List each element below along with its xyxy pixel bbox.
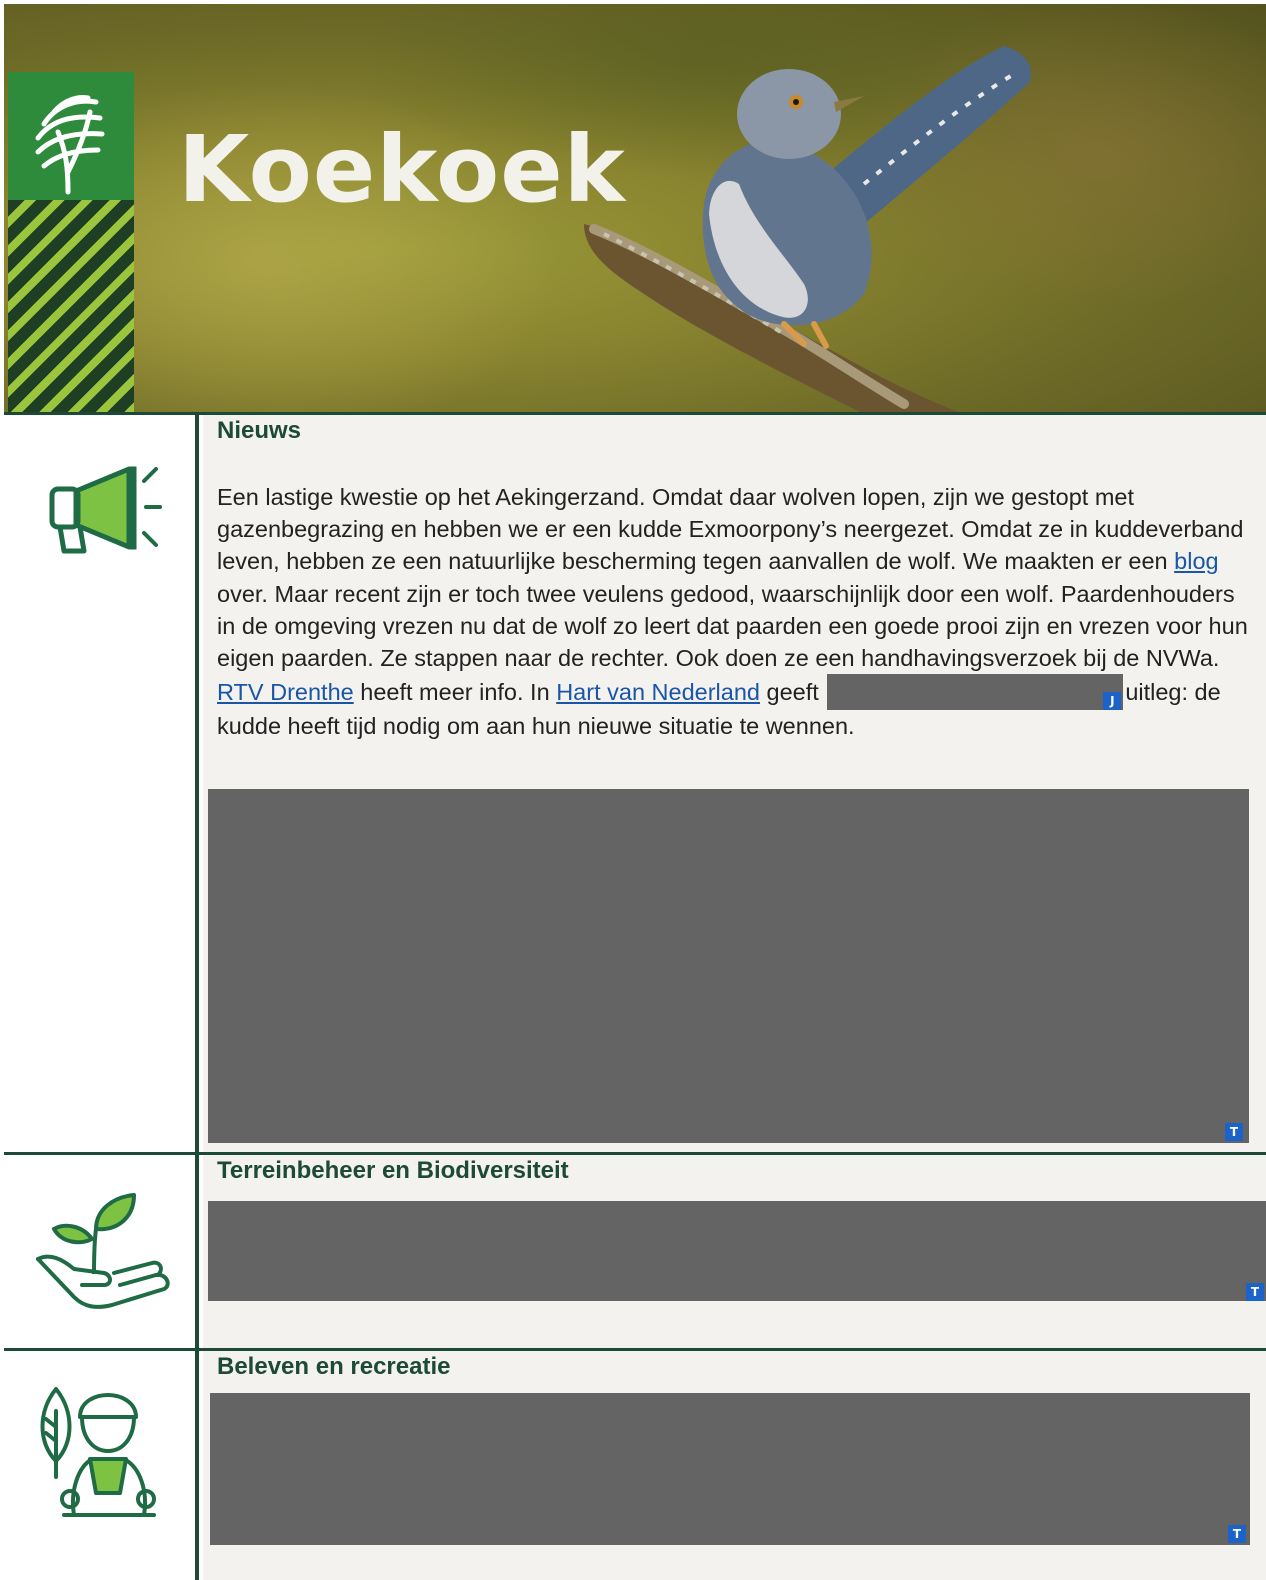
redaction-tag: J bbox=[1103, 692, 1122, 711]
section-icon-column bbox=[4, 1155, 199, 1348]
section-content: Beleven en recreatie T bbox=[203, 1351, 1266, 1580]
hart-van-nederland-link[interactable]: Hart van Nederland bbox=[556, 679, 760, 705]
blog-link[interactable]: blog bbox=[1174, 548, 1218, 574]
redacted-block: T bbox=[208, 789, 1249, 1143]
diagonal-stripes bbox=[8, 200, 134, 414]
plant-in-hand-icon bbox=[36, 1193, 170, 1309]
organization-logo bbox=[8, 72, 134, 200]
section-title: Nieuws bbox=[217, 417, 302, 444]
redaction-tag: T bbox=[1228, 1525, 1246, 1543]
section-title: Beleven en recreatie bbox=[217, 1353, 451, 1380]
news-text-3: heeft meer info. In bbox=[353, 679, 557, 706]
section-icon-column bbox=[4, 1351, 199, 1580]
section-icon-column bbox=[4, 415, 199, 1152]
section-content: Terreinbeheer en Biodiversiteit T bbox=[203, 1155, 1266, 1348]
ranger-with-leaf-icon bbox=[40, 1387, 156, 1517]
news-text-2: over. Maar recent zijn er toch twee veul… bbox=[217, 580, 1248, 672]
section-nieuws: Nieuws Een lastige kwestie op het Aeking… bbox=[4, 412, 1266, 1152]
header-banner: Koekoek bbox=[4, 4, 1266, 414]
tree-logo-icon bbox=[35, 95, 105, 195]
section-title: Terreinbeheer en Biodiversiteit bbox=[217, 1157, 569, 1184]
redacted-block: T bbox=[210, 1393, 1250, 1545]
redacted-block: T bbox=[208, 1201, 1266, 1301]
rtv-drenthe-link[interactable]: RTV Drenthe bbox=[217, 679, 354, 705]
news-text-4: geeft bbox=[759, 679, 826, 706]
section-beleven: Beleven en recreatie T bbox=[4, 1348, 1266, 1580]
section-content: Nieuws Een lastige kwestie op het Aeking… bbox=[203, 415, 1266, 1152]
news-paragraph: Een lastige kwestie op het Aekingerzand.… bbox=[217, 481, 1252, 742]
inline-redaction: J bbox=[827, 674, 1124, 711]
banner-title: Koekoek bbox=[178, 116, 626, 223]
news-text-1: Een lastige kwestie op het Aekingerzand.… bbox=[217, 484, 1244, 575]
redaction-tag: T bbox=[1246, 1283, 1264, 1301]
section-terreinbeheer: Terreinbeheer en Biodiversiteit T bbox=[4, 1152, 1266, 1348]
redaction-tag: T bbox=[1225, 1123, 1243, 1141]
cuckoo-photo bbox=[584, 46, 1031, 414]
megaphone-icon bbox=[49, 466, 162, 554]
